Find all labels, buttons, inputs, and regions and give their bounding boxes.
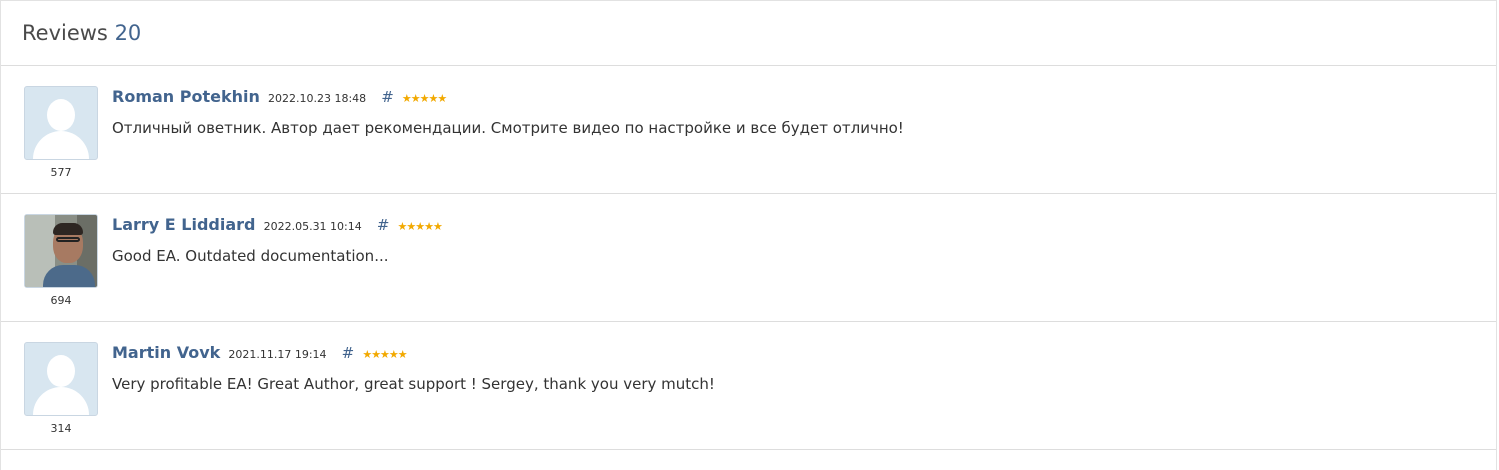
review-content: Larry E Liddiard 2022.05.31 10:14 # ★★★★…	[112, 214, 1476, 266]
review-content: Martin Vovk 2021.11.17 19:14 # ★★★★★ Ver…	[112, 342, 1476, 394]
review-text: Good EA. Outdated documentation...	[112, 247, 389, 265]
avatar-block: 694	[24, 214, 98, 308]
user-rating: 694	[50, 294, 72, 307]
review-content: Roman Potekhin 2022.10.23 18:48 # ★★★★★ …	[112, 86, 1476, 138]
permalink-hash[interactable]: #	[377, 216, 390, 234]
star-rating-icon: ★★★★★	[397, 220, 443, 233]
permalink-hash[interactable]: #	[342, 344, 355, 362]
review-text: Отличный оветник. Автор дает рекомендаци…	[112, 119, 904, 137]
review-date: 2022.05.31 10:14	[263, 220, 362, 233]
default-avatar-icon[interactable]	[24, 342, 98, 416]
avatar-block: 314	[24, 342, 98, 436]
permalink-hash[interactable]: #	[381, 88, 394, 106]
review-item: 694 Larry E Liddiard 2022.05.31 10:14 # …	[1, 194, 1496, 322]
author-link[interactable]: Larry E Liddiard	[112, 215, 255, 234]
review-item: 577 Roman Potekhin 2022.10.23 18:48 # ★★…	[1, 66, 1496, 194]
review-meta: Roman Potekhin 2022.10.23 18:48 # ★★★★★	[112, 86, 1476, 108]
reviews-header: Reviews 20	[1, 1, 1496, 66]
author-link[interactable]: Roman Potekhin	[112, 87, 260, 106]
user-rating: 314	[50, 422, 72, 435]
user-photo-avatar[interactable]	[24, 214, 98, 288]
user-rating: 577	[50, 166, 72, 179]
review-meta: Martin Vovk 2021.11.17 19:14 # ★★★★★	[112, 342, 1476, 364]
reviews-count[interactable]: 20	[115, 21, 142, 45]
review-date: 2022.10.23 18:48	[267, 92, 367, 105]
star-rating-icon: ★★★★★	[362, 348, 407, 361]
reviews-title: Reviews	[22, 21, 108, 45]
star-rating-icon: ★★★★★	[401, 92, 447, 105]
review-text: Very profitable EA! Great Author, great …	[112, 375, 715, 393]
review-item: 314 Martin Vovk 2021.11.17 19:14 # ★★★★★…	[1, 322, 1496, 450]
default-avatar-icon[interactable]	[24, 86, 98, 160]
author-link[interactable]: Martin Vovk	[112, 343, 220, 362]
review-meta: Larry E Liddiard 2022.05.31 10:14 # ★★★★…	[112, 214, 1476, 236]
reviews-panel: Reviews 20 577 Roman Potekhin 2022.10.23…	[0, 0, 1497, 470]
review-date: 2021.11.17 19:14	[228, 348, 327, 361]
avatar-block: 577	[24, 86, 98, 180]
